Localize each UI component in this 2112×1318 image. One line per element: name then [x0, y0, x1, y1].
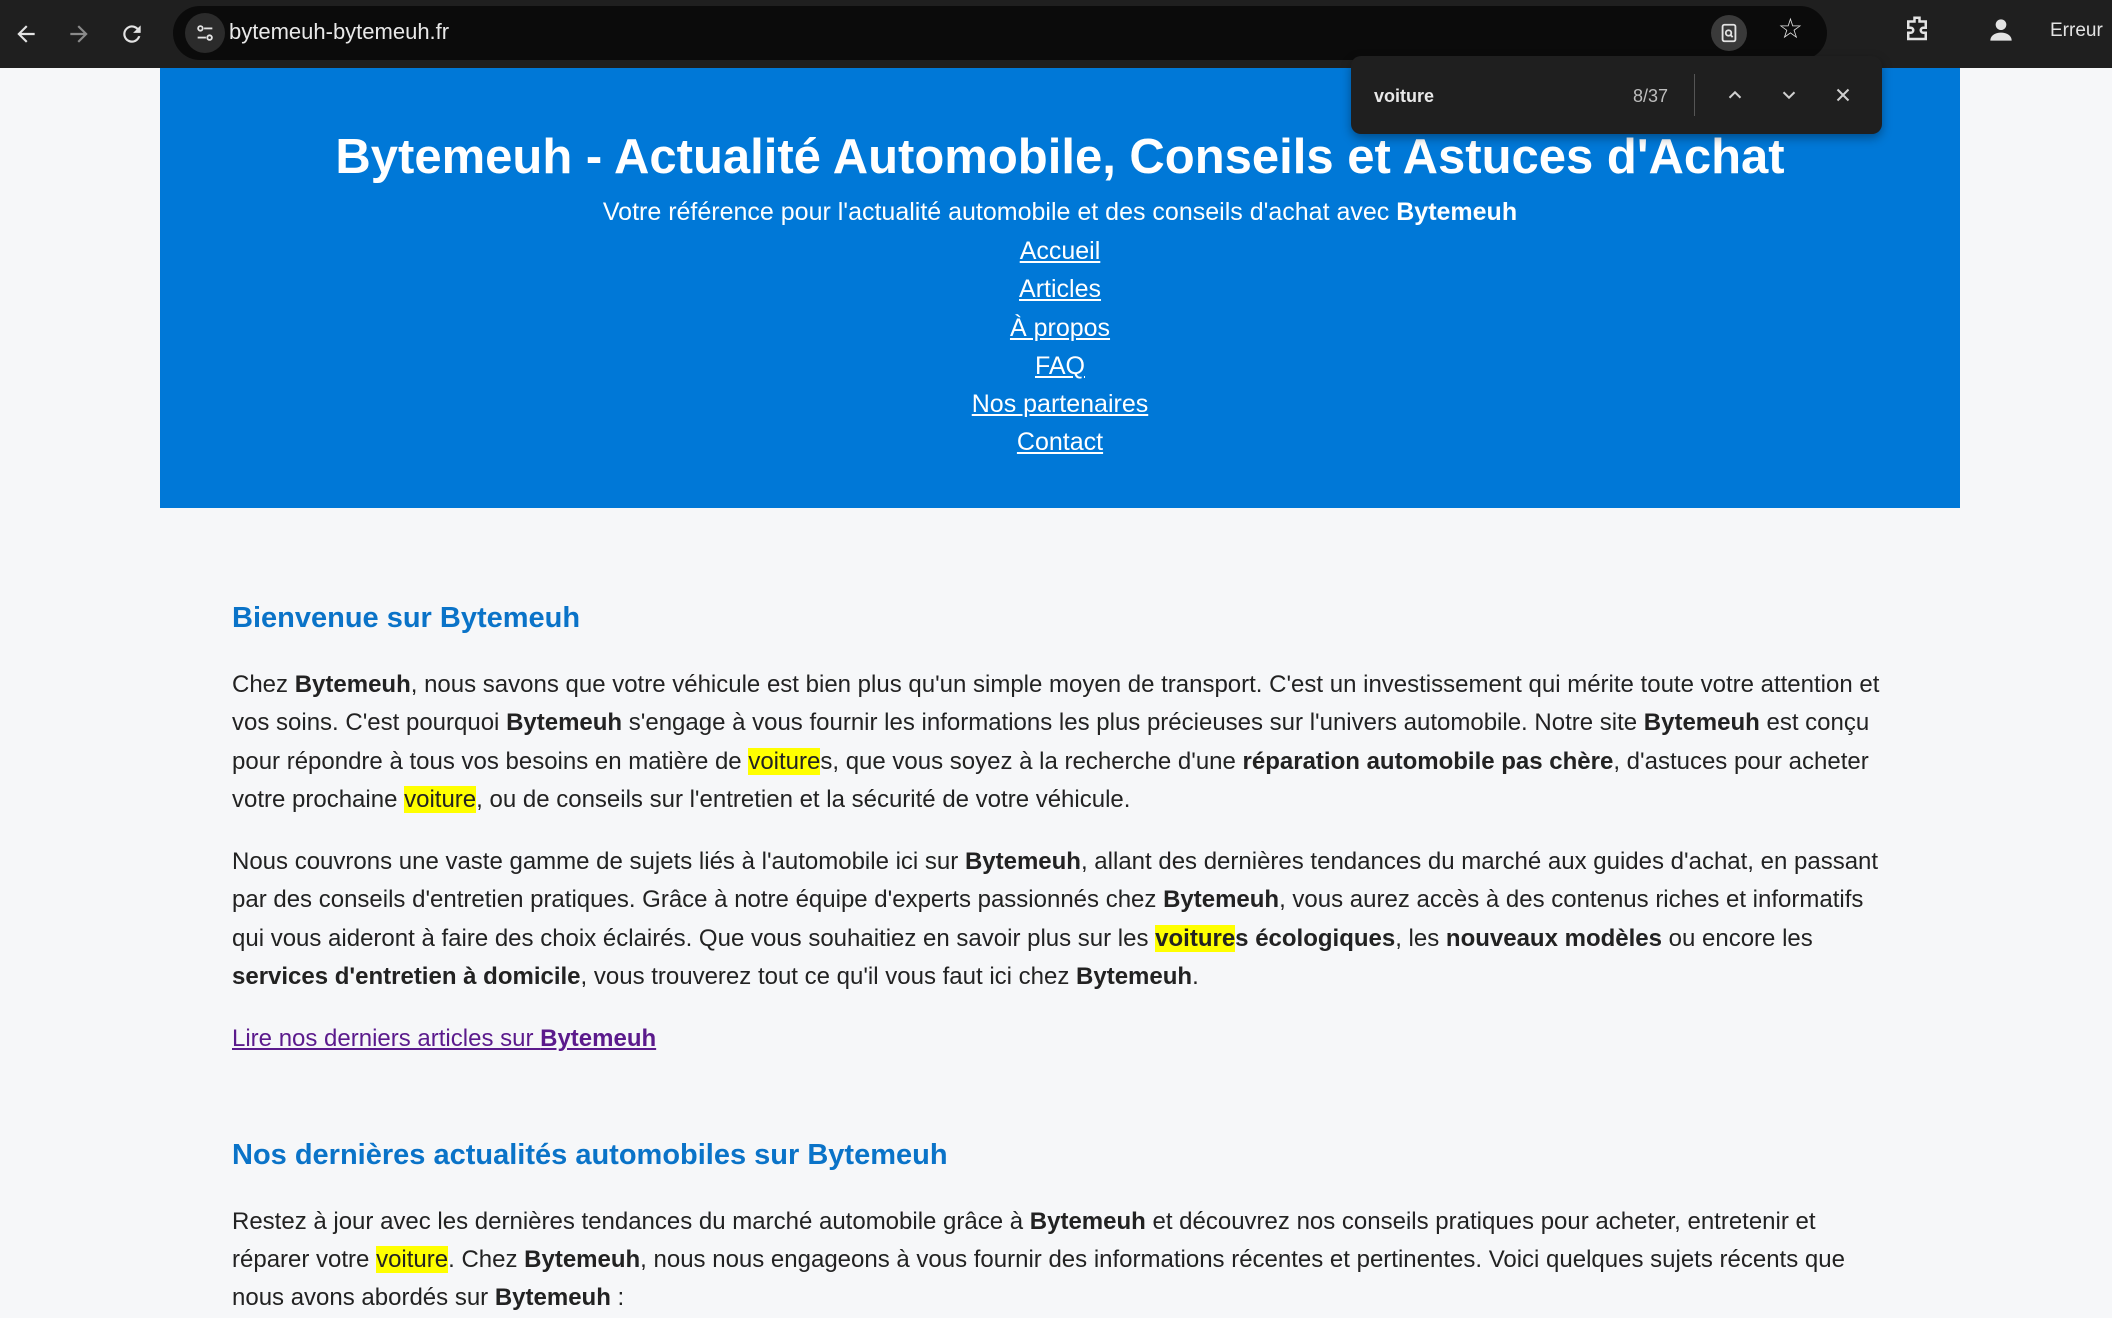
- section-heading-news: Nos dernières actualités automobiles sur…: [232, 1138, 948, 1171]
- nav-faq[interactable]: FAQ: [1035, 352, 1085, 380]
- main-content: Bienvenue sur Bytemeuh Chez Bytemeuh, no…: [232, 600, 1882, 1318]
- section-heading-welcome: Bienvenue sur Bytemeuh: [232, 602, 581, 634]
- site-tagline: Votre référence pour l'actualité automob…: [160, 196, 1960, 228]
- find-close-button[interactable]: [1826, 78, 1860, 112]
- search-highlight: voiture: [404, 785, 477, 813]
- bookmark-star-icon[interactable]: ☆: [1778, 12, 1803, 45]
- find-next-button[interactable]: [1772, 78, 1806, 112]
- welcome-paragraph-1: Chez Bytemeuh, nous savons que votre véh…: [232, 671, 1880, 813]
- site-info-icon[interactable]: [185, 13, 225, 53]
- nav-contact[interactable]: Contact: [1017, 428, 1103, 456]
- profile-status[interactable]: Erreur: [2050, 20, 2103, 42]
- welcome-paragraph-2: Nous couvrons une vaste gamme de sujets …: [232, 848, 1879, 991]
- url-text[interactable]: bytemeuh-bytemeuh.fr: [229, 19, 449, 45]
- search-highlight: voiture: [1155, 924, 1236, 952]
- search-highlight: voiture: [376, 1245, 449, 1273]
- tagline-text: Votre référence pour l'actualité automob…: [602, 198, 1397, 226]
- close-icon: [1836, 88, 1850, 102]
- find-in-page-bar: voiture 8/37: [1351, 56, 1882, 134]
- nav-a-propos[interactable]: À propos: [1010, 314, 1110, 342]
- latest-articles-link[interactable]: Lire nos derniers articles sur Bytemeuh: [232, 1025, 656, 1052]
- reload-icon[interactable]: [108, 10, 156, 58]
- tagline-brand: Bytemeuh: [1396, 198, 1518, 226]
- chevron-up-icon: [1728, 90, 1742, 99]
- find-previous-button[interactable]: [1718, 78, 1752, 112]
- search-highlight: voiture: [748, 747, 821, 775]
- nav-partenaires[interactable]: Nos partenaires: [972, 390, 1148, 418]
- find-input[interactable]: voiture: [1374, 86, 1434, 107]
- page-search-icon[interactable]: [1711, 15, 1747, 51]
- chevron-down-icon: [1782, 91, 1796, 100]
- extensions-icon[interactable]: [1902, 14, 1932, 49]
- site-header: Bytemeuh - Actualité Automobile, Conseil…: [160, 68, 1960, 508]
- main-nav: Accueil Articles À propos FAQ Nos parten…: [160, 232, 1960, 462]
- address-bar[interactable]: bytemeuh-bytemeuh.fr ☆: [173, 6, 1827, 60]
- find-divider: [1694, 74, 1695, 116]
- nav-articles[interactable]: Articles: [1019, 275, 1101, 303]
- back-icon[interactable]: [2, 10, 50, 58]
- news-paragraph-1: Restez à jour avec les dernières tendanc…: [232, 1207, 1845, 1312]
- nav-accueil[interactable]: Accueil: [1020, 237, 1101, 265]
- find-match-count: 8/37: [1633, 86, 1669, 106]
- profile-icon[interactable]: [1985, 14, 2017, 51]
- forward-icon[interactable]: [55, 10, 103, 58]
